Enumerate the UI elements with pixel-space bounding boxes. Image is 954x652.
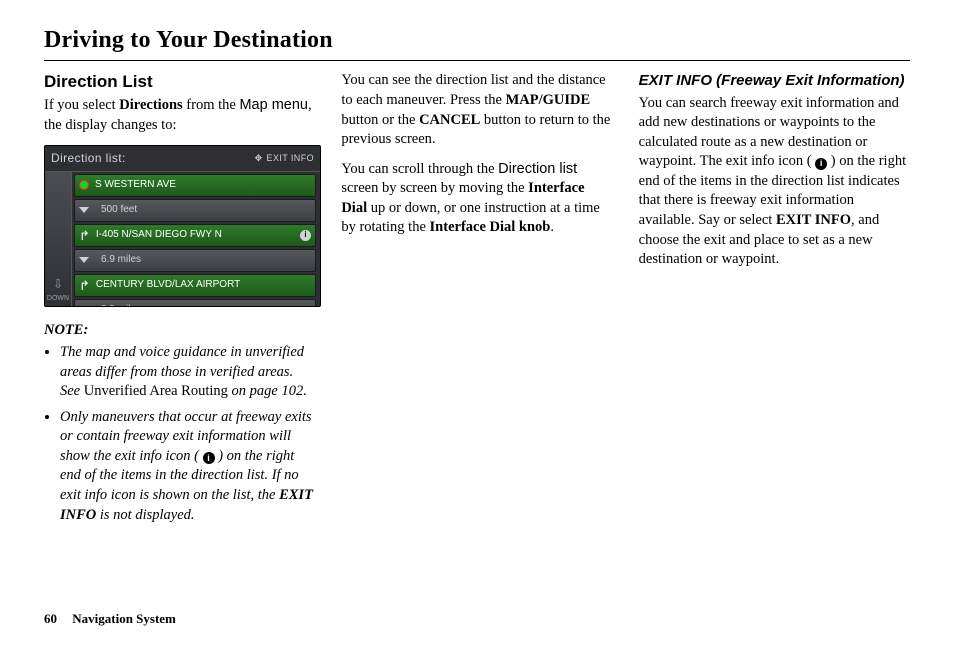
exit-info-icon: i [815,158,827,170]
note-item: The map and voice guidance in unverified… [60,343,315,402]
title-rule [44,60,910,61]
section-title-direction-list: Direction List [44,71,315,94]
page-footer: 60 Navigation System [44,610,176,628]
turn-arrow-icon: ↱ [79,279,90,292]
note-heading: NOTE: [44,321,315,341]
list-item: S WESTERN AVE [74,174,316,197]
column-2: You can see the direction list and the d… [341,71,612,611]
text: You can scroll through the [341,161,498,177]
list-item: 0.9 miles [74,299,316,308]
list-item: ↱ CENTURY BLVD/LAX AIRPORT [74,274,316,297]
list-item: 6.9 miles [74,249,316,272]
text: screen by screen by moving the [341,180,528,196]
unverified-area-routing-ref: Unverified Area Routing [84,383,228,399]
device-header: Direction list: ✥ EXIT INFO [45,146,320,170]
page-number: 60 [44,611,57,626]
chevron-down-icon [79,257,89,263]
exit-info-icon: i [203,452,215,464]
list-item-label: 6.9 miles [101,253,141,267]
list-item: ↱ I-405 N/SAN DIEGO FWY N i [74,224,316,247]
paragraph: You can see the direction list and the d… [341,71,612,149]
paragraph: You can scroll through the Direction lis… [341,160,612,238]
list-item-label: I-405 N/SAN DIEGO FWY N [96,228,222,242]
list-item-label: S WESTERN AVE [95,178,176,192]
direction-list-keyword: Direction list [498,161,577,177]
text: button or the [341,112,419,128]
down-arrow-icon: ⇩ [53,276,63,292]
exit-info-subhead: EXIT INFO (Freeway Exit Information) [639,71,910,91]
text: is not displayed. [96,507,194,523]
map-guide-keyword: MAP/GUIDE [506,92,591,108]
device-header-title: Direction list: [51,150,126,166]
direction-list-screenshot: Direction list: ✥ EXIT INFO ⇩ DOWN S [44,145,321,307]
device-side-scroll: ⇩ DOWN [45,172,72,308]
notes-list: The map and voice guidance in unverified… [44,343,315,525]
column-1: Direction List If you select Directions … [44,71,315,611]
footer-section: Navigation System [72,611,176,626]
text: If you select [44,97,119,113]
note-item: Only maneuvers that occur at freeway exi… [60,408,315,525]
device-list: S WESTERN AVE 500 feet ↱ I-405 N/SAN DIE… [72,172,320,308]
list-item-label: CENTURY BLVD/LAX AIRPORT [96,278,240,292]
joystick-icon: ✥ [255,152,263,164]
paragraph: You can search freeway exit information … [639,94,910,270]
text: on page 102. [228,383,307,399]
directions-keyword: Directions [119,97,182,113]
list-item: 500 feet [74,199,316,222]
intro-paragraph: If you select Directions from the Map me… [44,96,315,135]
down-label: DOWN [47,294,69,303]
exit-info-icon: i [300,230,311,241]
interface-dial-knob-keyword: Interface Dial knob [430,219,551,235]
exit-info-keyword: EXIT INFO [776,212,851,228]
turn-arrow-icon: ↱ [79,229,90,242]
cancel-keyword: CANCEL [419,112,480,128]
device-header-exit-info: ✥ EXIT INFO [255,152,314,164]
chapter-title: Driving to Your Destination [44,24,910,56]
text: from the [183,97,240,113]
device-header-exit-label: EXIT INFO [267,152,314,164]
map-menu-keyword: Map menu [239,97,308,113]
chevron-down-icon [79,207,89,213]
list-item-label: 500 feet [101,203,137,217]
list-item-label: 0.9 miles [101,303,141,307]
destination-icon [79,180,89,190]
three-columns: Direction List If you select Directions … [44,71,910,611]
text: . [550,219,554,235]
column-3: EXIT INFO (Freeway Exit Information) You… [639,71,910,611]
